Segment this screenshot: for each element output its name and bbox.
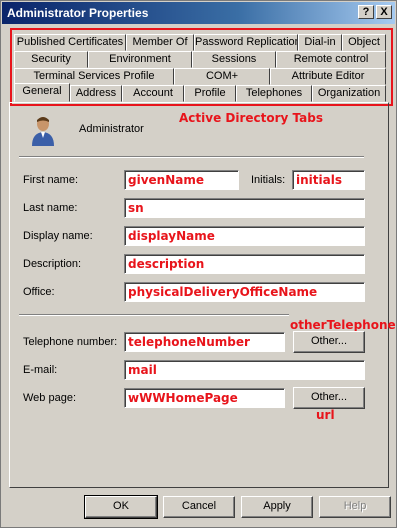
description-label: Description: <box>23 258 82 270</box>
tab-com-plus[interactable]: COM+ <box>174 68 270 85</box>
apply-button[interactable]: Apply <box>241 496 313 518</box>
telephone-field[interactable]: telephoneNumber <box>124 332 285 352</box>
help-button[interactable]: Help <box>319 496 391 518</box>
first-name-field[interactable]: givenName <box>124 170 239 190</box>
tab-telephones[interactable]: Telephones <box>236 85 312 102</box>
email-label: E-mail: <box>23 364 58 376</box>
tab-row-3: Terminal Services Profile COM+ Attribute… <box>14 68 389 85</box>
email-field[interactable]: mail <box>124 360 365 380</box>
window-title: Administrator Properties <box>7 6 149 20</box>
display-name-field[interactable]: displayName <box>124 226 365 246</box>
tab-security[interactable]: Security <box>14 51 88 68</box>
tab-row-1: Published Certificates Member Of Passwor… <box>14 34 389 51</box>
telephone-label: Telephone number: <box>23 336 118 348</box>
close-button[interactable]: X <box>376 5 392 19</box>
web-page-label: Web page: <box>23 392 77 404</box>
email-value: mail <box>128 363 157 377</box>
tab-object[interactable]: Object <box>342 34 386 51</box>
tab-row-4: General Address Account Profile Telephon… <box>14 83 389 102</box>
ok-button[interactable]: OK <box>84 495 158 519</box>
office-label: Office: <box>23 286 55 298</box>
tab-attribute-editor[interactable]: Attribute Editor <box>270 68 386 85</box>
description-field[interactable]: description <box>124 254 365 274</box>
url-label: url <box>316 408 335 422</box>
description-value: description <box>128 257 205 271</box>
web-page-field[interactable]: wWWHomePage <box>124 388 285 408</box>
tab-organization[interactable]: Organization <box>312 85 386 102</box>
telephone-value: telephoneNumber <box>128 335 250 349</box>
tab-profile[interactable]: Profile <box>184 85 236 102</box>
last-name-field[interactable]: sn <box>124 198 365 218</box>
separator <box>19 314 289 316</box>
tab-password-replication[interactable]: Password Replication <box>194 34 298 51</box>
display-name-value: displayName <box>128 229 215 243</box>
web-page-other-button[interactable]: Other... <box>293 387 365 409</box>
office-value: physicalDeliveryOfficeName <box>128 285 318 299</box>
user-display-name: Administrator <box>79 123 144 135</box>
initials-field[interactable]: initials <box>292 170 365 190</box>
first-name-value: givenName <box>128 173 204 187</box>
title-bar: Administrator Properties ? X <box>2 2 395 24</box>
tab-row-2: Security Environment Sessions Remote con… <box>14 51 389 68</box>
properties-dialog: Administrator Properties ? X Published C… <box>0 0 397 528</box>
tab-sessions[interactable]: Sessions <box>192 51 276 68</box>
tab-address[interactable]: Address <box>70 85 122 102</box>
web-page-value: wWWHomePage <box>128 391 238 405</box>
initials-value: initials <box>296 173 342 187</box>
display-name-label: Display name: <box>23 230 93 242</box>
first-name-label: First name: <box>23 174 79 186</box>
help-title-button[interactable]: ? <box>358 5 374 19</box>
tab-general[interactable]: General <box>14 83 70 102</box>
tab-environment[interactable]: Environment <box>88 51 192 68</box>
office-field[interactable]: physicalDeliveryOfficeName <box>124 282 365 302</box>
active-directory-tabs-label: Active Directory Tabs <box>179 111 323 125</box>
tab-member-of[interactable]: Member Of <box>126 34 194 51</box>
initials-label: Initials: <box>251 174 286 186</box>
telephone-other-button[interactable]: Other... <box>293 331 365 353</box>
tab-dial-in[interactable]: Dial-in <box>298 34 342 51</box>
last-name-value: sn <box>128 201 144 215</box>
last-name-label: Last name: <box>23 202 78 214</box>
other-telephone-label: otherTelephone <box>290 318 396 332</box>
tab-published-certificates[interactable]: Published Certificates <box>14 34 126 51</box>
cancel-button[interactable]: Cancel <box>163 496 235 518</box>
separator <box>19 156 364 158</box>
tab-account[interactable]: Account <box>122 85 184 102</box>
tab-remote-control[interactable]: Remote control <box>276 51 386 68</box>
user-icon <box>32 117 54 146</box>
